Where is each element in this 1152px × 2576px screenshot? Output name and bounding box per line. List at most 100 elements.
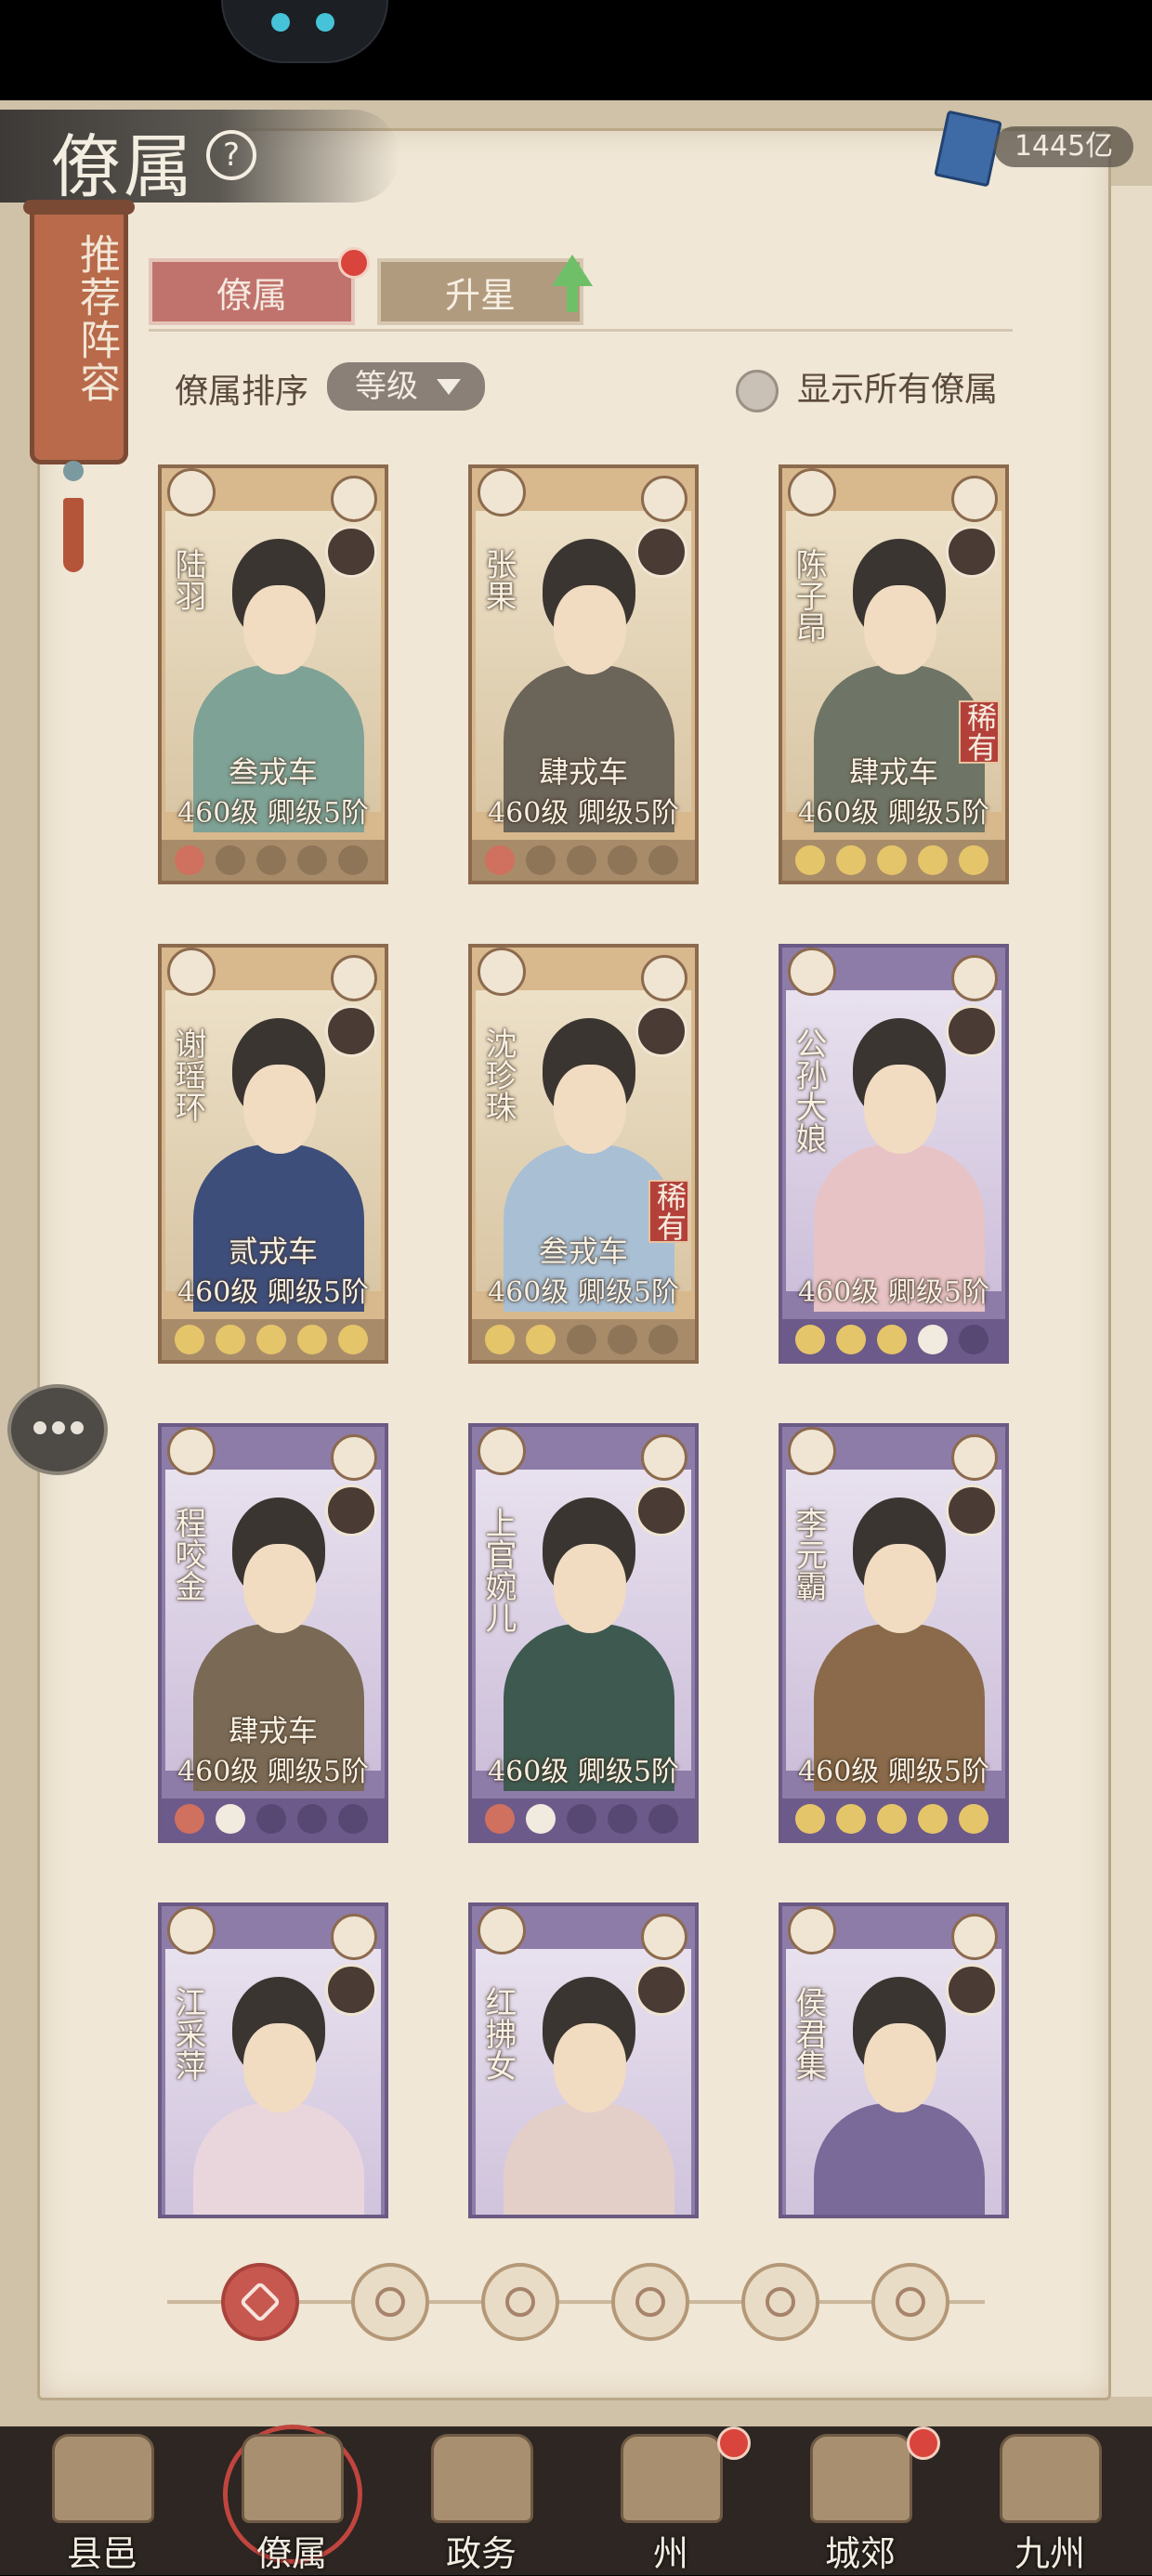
companion-avatar [946, 1484, 998, 1536]
retainer-level-line: 460级 卿级5阶 [472, 1748, 695, 1789]
portrait-body [193, 2103, 364, 2215]
bond-icon [331, 476, 377, 522]
mascot-eye [316, 13, 334, 32]
companion-avatar [635, 1484, 687, 1536]
retainer-level: 460级 [488, 1276, 569, 1309]
sign-icon [167, 948, 216, 996]
star-moon-icon [608, 1325, 637, 1354]
bell-filter-icon[interactable] [351, 2263, 429, 2341]
star-moon-icon [836, 1804, 866, 1834]
companion-avatar [325, 1484, 377, 1536]
star-moon-icon [338, 1325, 368, 1354]
retainer-grade: 卿级5阶 [267, 797, 369, 830]
nav-item[interactable]: 政务 [398, 2425, 565, 2575]
star-moon-icon [795, 845, 825, 875]
star-moon-icon [338, 845, 368, 875]
bond-icon [951, 476, 998, 522]
tab-divider [149, 329, 1013, 332]
retainer-level-line: 460级 卿级5阶 [782, 1748, 1005, 1789]
star-moon-icon [959, 1325, 988, 1354]
star-moon-icon [216, 1804, 245, 1834]
retainer-card[interactable]: 江采萍 [158, 1903, 388, 2218]
retainer-card[interactable]: 张果 肆戎车 460级 卿级5阶 [468, 464, 699, 884]
chat-dot [33, 1421, 46, 1434]
star-moon-icon [648, 1325, 678, 1354]
chat-button[interactable] [7, 1384, 108, 1475]
retainer-level: 460级 [177, 1756, 259, 1788]
retainer-rank: 肆戎车 [228, 1713, 318, 1748]
retainer-grade: 卿级5阶 [887, 1756, 989, 1788]
retainer-name: 沈珍珠 [479, 1027, 517, 1122]
bond-icon [641, 1434, 687, 1481]
retainer-level: 460级 [488, 1756, 569, 1788]
sign-icon [478, 948, 526, 996]
star-moon-icon [918, 1804, 948, 1834]
retainer-level: 460级 [488, 797, 569, 830]
nav-item[interactable]: 城郊 [777, 2425, 944, 2575]
retainer-card[interactable]: 陈子昂 肆戎车 稀有 460级 卿级5阶 [779, 464, 1009, 884]
star-moon-icon [608, 1804, 637, 1834]
star-moon-icon [959, 1804, 988, 1834]
show-all-radio[interactable] [736, 370, 779, 412]
retainer-name: 李元霸 [790, 1507, 827, 1602]
retainer-card[interactable]: 沈珍珠 叁戎车 稀有 460级 卿级5阶 [468, 944, 699, 1364]
star-moon-icon [175, 1804, 204, 1834]
retainer-card[interactable]: 李元霸 460级 卿级5阶 [779, 1423, 1009, 1843]
leaf-filter-icon[interactable] [871, 2263, 949, 2341]
help-button[interactable]: ? [206, 130, 256, 180]
companion-avatar [635, 1964, 687, 2016]
retainer-name: 公孙大娘 [790, 1027, 827, 1154]
red-dot-badge [717, 2426, 751, 2460]
sign-icon [167, 468, 216, 517]
nav-item[interactable]: 州 [587, 2425, 754, 2575]
retainer-name: 张果 [479, 548, 517, 611]
currency-amount: 1445亿 [994, 126, 1133, 167]
star-moon-icon [795, 1325, 825, 1354]
bond-icon [641, 955, 687, 1001]
nav-item[interactable]: 僚属 [208, 2425, 375, 2575]
show-all-toggle[interactable]: 显示所有僚属 [736, 366, 1070, 414]
retainer-card[interactable]: 程咬金肆戎车 460级 卿级5阶 [158, 1423, 388, 1843]
retainer-grade: 卿级5阶 [267, 1756, 369, 1788]
nav-label: 僚属 [255, 2533, 327, 2574]
all-filter-icon[interactable] [221, 2263, 299, 2341]
retainer-card[interactable]: 侯君集 [779, 1903, 1009, 2218]
jade-filter-icon[interactable] [741, 2263, 819, 2341]
star-moon-icon [175, 845, 204, 875]
star-moon-icon [526, 1325, 556, 1354]
fan-filter-icon[interactable] [611, 2263, 689, 2341]
star-moon-icon [216, 845, 245, 875]
retainer-card[interactable]: 上官婉儿 460级 卿级5阶 [468, 1423, 699, 1843]
star-moon-icon [567, 1804, 596, 1834]
star-moon-icon [175, 1325, 204, 1354]
nav-item[interactable]: 九州 [966, 2425, 1133, 2575]
companion-avatar [325, 1964, 377, 2016]
bond-icon [331, 1914, 377, 1960]
sort-dropdown[interactable]: 等级 [327, 362, 485, 411]
retainer-card[interactable]: 谢瑶环 贰戎车 460级 卿级5阶 [158, 944, 388, 1364]
star-moon-icon [918, 1325, 948, 1354]
tab-retainers[interactable]: 僚属 [149, 258, 355, 325]
portrait-body [504, 2103, 674, 2215]
retainer-card[interactable]: 公孙大娘 460级 卿级5阶 [779, 944, 1009, 1364]
retainer-card[interactable]: 红拂女 [468, 1903, 699, 2218]
status-bar [0, 0, 1152, 100]
bond-icon [331, 955, 377, 1001]
portrait-face [864, 1065, 936, 1154]
star-moon-icon [648, 1804, 678, 1834]
retainer-card[interactable]: 陆羽 叁戎车 460级 卿级5阶 [158, 464, 388, 884]
mascot-icon [221, 0, 388, 63]
up-arrow-icon [552, 255, 593, 286]
retainer-name: 陆羽 [169, 548, 206, 611]
recommended-lineup-button[interactable]: 推荐阵容 [23, 200, 135, 464]
currency-display[interactable]: 1445亿 [934, 110, 1145, 188]
retainer-name: 程咬金 [169, 1507, 206, 1602]
retainer-rank: 肆戎车 [538, 754, 628, 790]
gourd-filter-icon[interactable] [481, 2263, 559, 2341]
star-moon-icon [297, 845, 327, 875]
nav-item[interactable]: 县邑 [19, 2425, 186, 2575]
portrait-face [243, 1544, 316, 1633]
sign-icon [478, 1427, 526, 1475]
rare-badge: 稀有 [959, 700, 1000, 764]
bond-icon [641, 1914, 687, 1960]
